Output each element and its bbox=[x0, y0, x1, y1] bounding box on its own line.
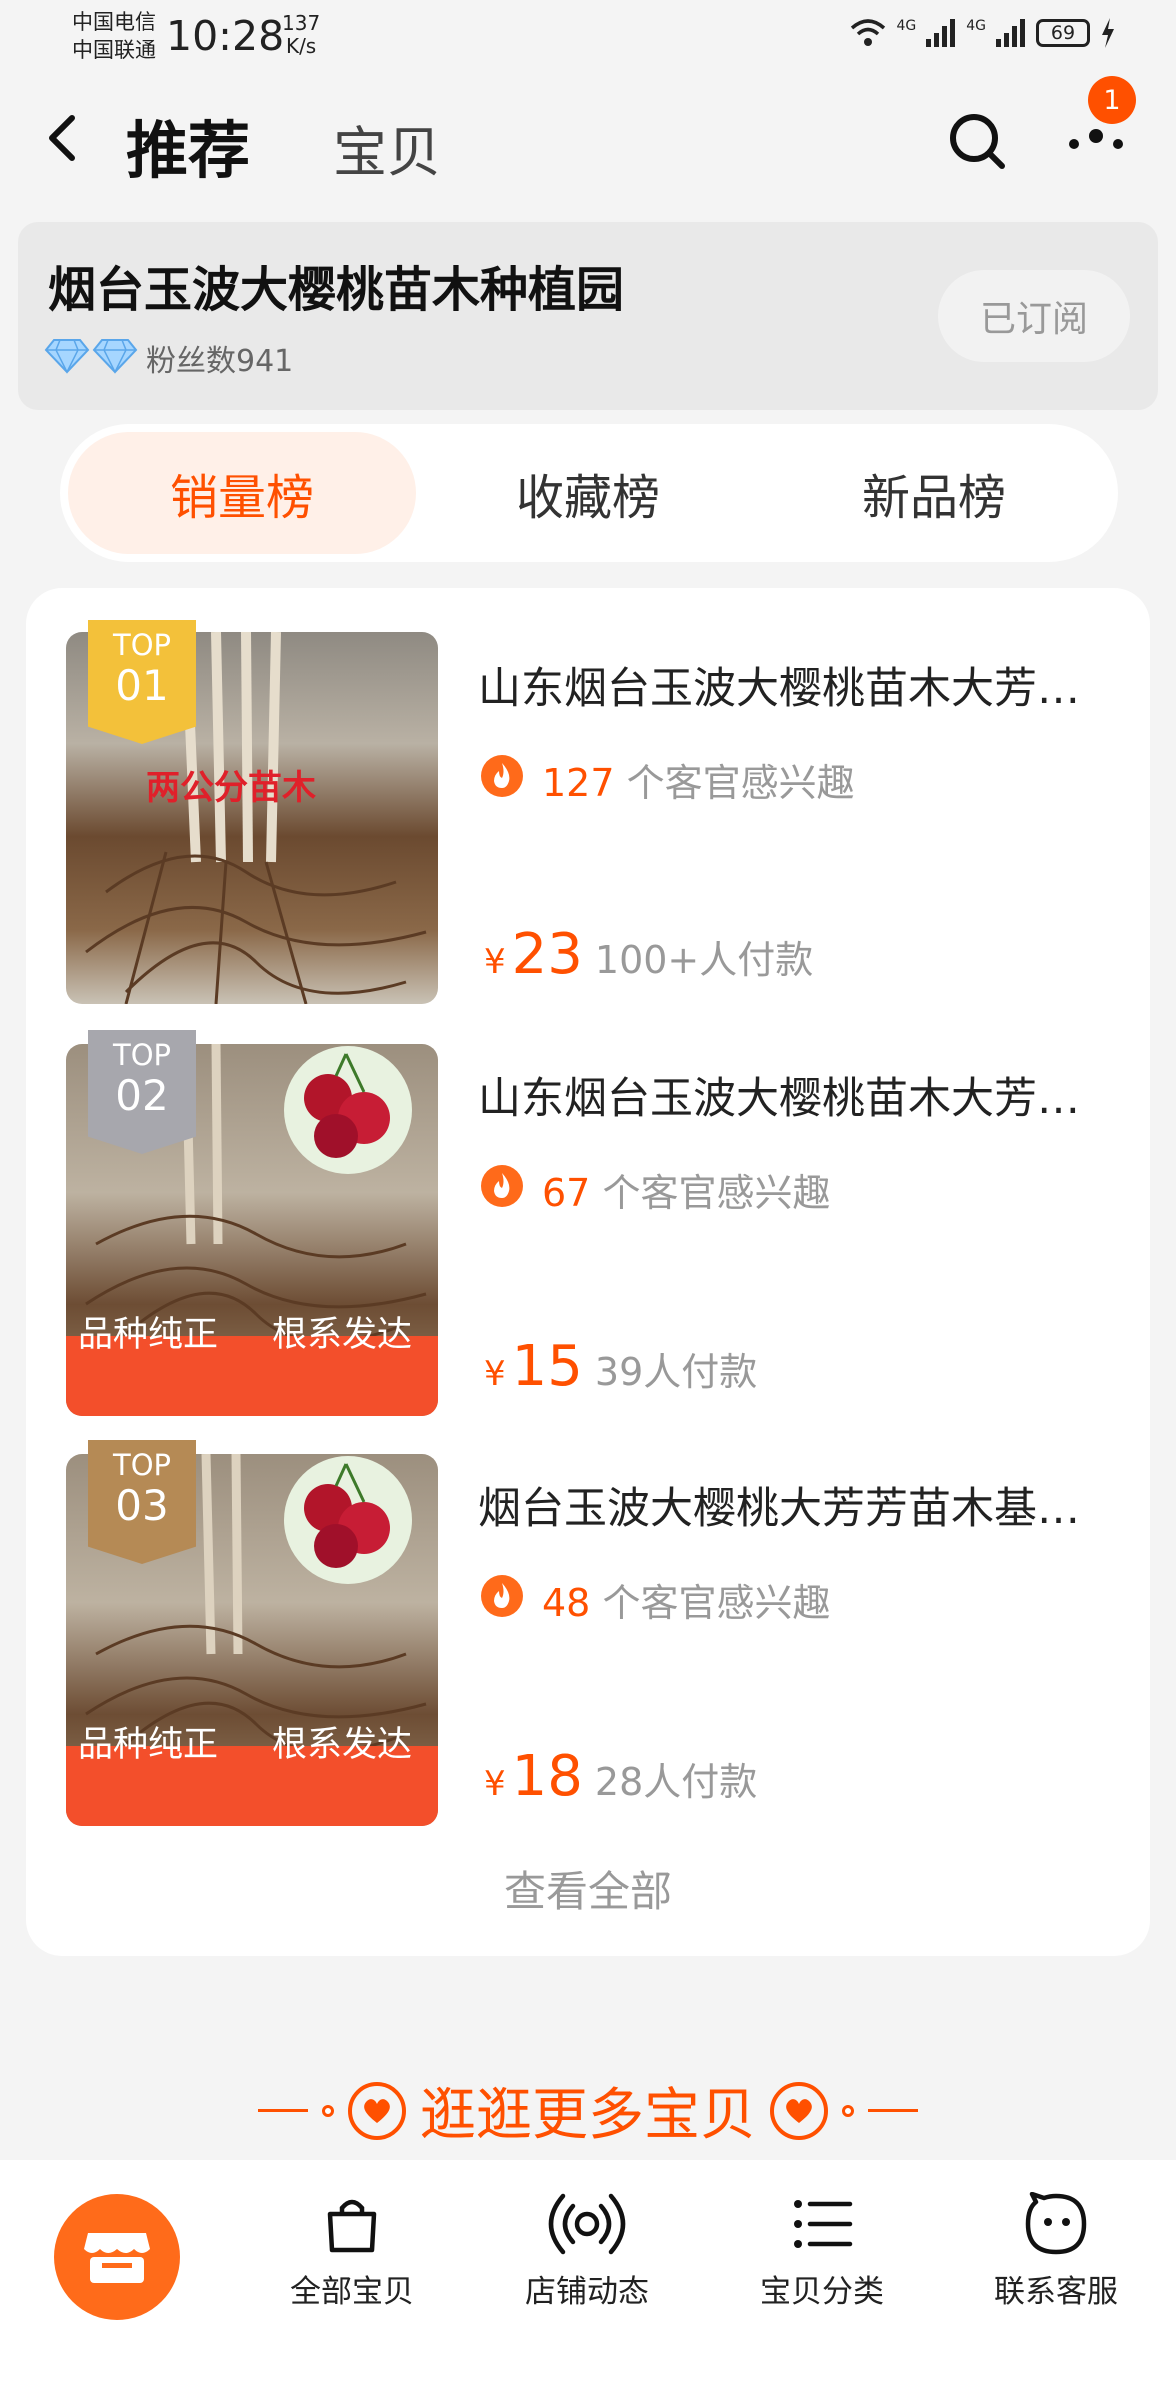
tab-label: 店铺动态 bbox=[525, 2274, 649, 2310]
speed-unit: K/s bbox=[285, 34, 317, 58]
tab-shop-feed[interactable]: 店铺动态 bbox=[487, 2192, 687, 2311]
broadcast-icon bbox=[548, 2193, 626, 2255]
rank-top-label: TOP bbox=[112, 628, 172, 662]
rank-badge-2: TOP 02 bbox=[88, 1030, 196, 1154]
carrier-info: 中国电信 中国联通 bbox=[72, 8, 156, 64]
chat-face-icon bbox=[1025, 2192, 1087, 2255]
view-all-link[interactable]: 查看全部 bbox=[0, 1858, 1176, 1919]
price-value: 23 bbox=[511, 922, 583, 987]
battery-level: 69 bbox=[1050, 22, 1076, 44]
tab-items[interactable]: 宝贝 bbox=[333, 108, 441, 187]
tab-label: 全部宝贝 bbox=[290, 2274, 414, 2310]
subscribe-button[interactable]: 已订阅 bbox=[938, 270, 1130, 362]
interest-label: 个客官感兴趣 bbox=[602, 1171, 831, 1215]
decor-line bbox=[258, 2109, 308, 2112]
interest-label: 个客官感兴趣 bbox=[626, 761, 855, 805]
shopping-bag-icon bbox=[327, 2199, 377, 2253]
decor-dot bbox=[322, 2104, 334, 2117]
system-icons: 4G 4G 69 bbox=[850, 18, 1116, 48]
currency-symbol: ¥ bbox=[484, 1764, 506, 1804]
network-1-label: 4G bbox=[896, 18, 917, 34]
price-value: 15 bbox=[511, 1334, 583, 1399]
image-banner-right: 根系发达 bbox=[272, 1725, 413, 1765]
price-row: ¥23 100+人付款 bbox=[484, 922, 813, 987]
signal-icon bbox=[926, 19, 956, 47]
interest-text: 67 个客官感兴趣 bbox=[542, 1162, 830, 1217]
paid-count: 100+人付款 bbox=[594, 938, 814, 982]
paid-count: 39人付款 bbox=[594, 1350, 758, 1394]
tab-recommend[interactable]: 推荐 bbox=[126, 100, 250, 190]
product-title[interactable]: 山东烟台玉波大樱桃苗木大芳芳大樱桃苗木基地直发 bbox=[478, 654, 1098, 716]
more-items-title: 逛逛更多宝贝 bbox=[420, 2083, 756, 2148]
fans-count: 粉丝数941 bbox=[146, 344, 294, 379]
search-icon[interactable] bbox=[946, 110, 1008, 172]
interest-count: 67 bbox=[542, 1171, 591, 1215]
currency-symbol: ¥ bbox=[484, 942, 506, 982]
tab-sales-ranking[interactable]: 销量榜 bbox=[68, 432, 416, 554]
battery-indicator: 69 bbox=[1036, 19, 1090, 47]
decor-line bbox=[868, 2109, 918, 2112]
interest-text: 127 个客官感兴趣 bbox=[542, 752, 855, 807]
diamond-icon bbox=[92, 339, 138, 374]
image-caption: 两公分苗木 bbox=[146, 768, 316, 808]
flame-icon bbox=[481, 1575, 523, 1617]
rank-badge-3: TOP 03 bbox=[88, 1440, 196, 1564]
tab-label: 联系客服 bbox=[994, 2274, 1118, 2310]
heart-icon bbox=[348, 2081, 406, 2140]
tab-categories[interactable]: 宝贝分类 bbox=[722, 2192, 922, 2311]
signal-icon bbox=[996, 19, 1025, 47]
tab-label: 宝贝分类 bbox=[760, 2274, 884, 2310]
charging-icon bbox=[1102, 18, 1114, 48]
carrier-1: 中国电信 bbox=[72, 10, 156, 34]
rank-top-label: TOP bbox=[112, 1448, 172, 1482]
rank-top-label: TOP bbox=[112, 1038, 172, 1072]
flame-icon bbox=[481, 1165, 523, 1207]
product-title[interactable]: 烟台玉波大樱桃大芳芳苗木基地直发大樱桃苗木 bbox=[478, 1474, 1098, 1536]
notification-badge: 1 bbox=[1088, 76, 1136, 124]
interest-count: 127 bbox=[542, 761, 615, 805]
flame-icon bbox=[481, 755, 523, 797]
speed-value: 137 bbox=[282, 11, 321, 35]
product-title[interactable]: 山东烟台玉波大樱桃苗木大芳芳大樱桃苗木基地直发 bbox=[478, 1064, 1098, 1126]
image-banner-left: 品种纯正 bbox=[78, 1315, 219, 1355]
heart-icon bbox=[770, 2081, 828, 2140]
interest-text: 48 个客官感兴趣 bbox=[542, 1572, 830, 1627]
paid-count: 28人付款 bbox=[594, 1760, 758, 1804]
network-speed: 137 K/s bbox=[282, 12, 320, 58]
tab-favorites-ranking[interactable]: 收藏榜 bbox=[414, 432, 762, 554]
list-icon bbox=[794, 2200, 853, 2248]
price-row: ¥15 39人付款 bbox=[484, 1334, 757, 1399]
store-icon bbox=[84, 2233, 150, 2283]
diamond-icon bbox=[44, 339, 90, 374]
back-arrow-icon[interactable] bbox=[42, 108, 82, 168]
tab-new-ranking[interactable]: 新品榜 bbox=[760, 432, 1108, 554]
clock: 10:28 bbox=[166, 12, 285, 60]
more-items-header: 逛逛更多宝贝 bbox=[0, 2070, 1176, 2151]
currency-symbol: ¥ bbox=[484, 1354, 506, 1394]
tab-customer-service[interactable]: 联系客服 bbox=[956, 2192, 1156, 2311]
wifi-icon bbox=[851, 19, 886, 46]
interest-label: 个客官感兴趣 bbox=[602, 1581, 831, 1625]
shop-name[interactable]: 烟台玉波大樱桃苗木种植园 bbox=[48, 250, 624, 320]
interest-count: 48 bbox=[542, 1581, 591, 1625]
decor-dot bbox=[842, 2104, 854, 2117]
shop-home-button[interactable] bbox=[54, 2194, 180, 2320]
image-banner-left: 品种纯正 bbox=[78, 1725, 219, 1765]
rank-number: 01 bbox=[115, 661, 169, 710]
rank-badge-1: TOP 01 bbox=[88, 620, 196, 744]
shop-level-diamonds bbox=[44, 338, 138, 374]
image-banner-right: 根系发达 bbox=[272, 1315, 413, 1355]
network-2-label: 4G bbox=[966, 18, 986, 34]
price-row: ¥18 28人付款 bbox=[484, 1744, 757, 1809]
carrier-2: 中国联通 bbox=[72, 38, 156, 62]
rank-number: 03 bbox=[115, 1481, 169, 1530]
price-value: 18 bbox=[511, 1744, 583, 1809]
rank-number: 02 bbox=[115, 1071, 169, 1120]
more-icon[interactable] bbox=[1066, 126, 1126, 156]
tab-all-items[interactable]: 全部宝贝 bbox=[252, 2192, 452, 2311]
